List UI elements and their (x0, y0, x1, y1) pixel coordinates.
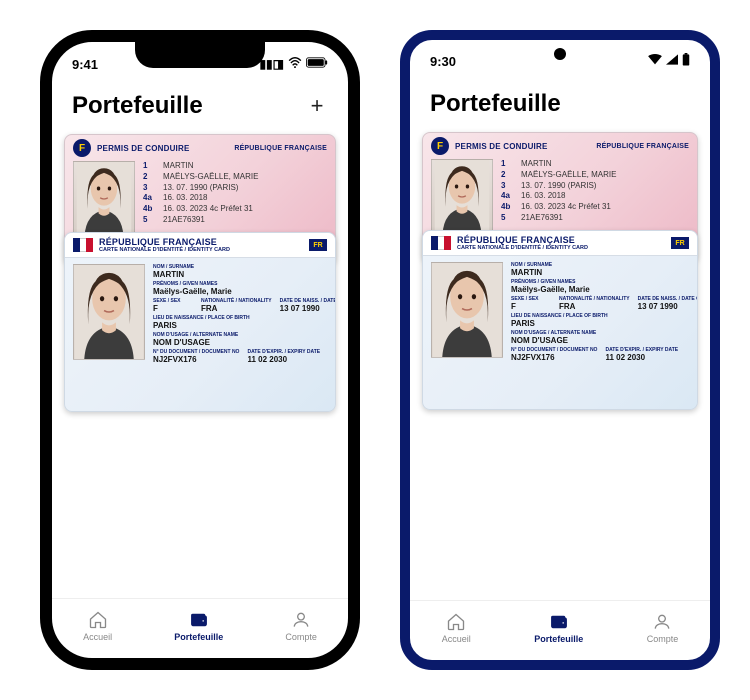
cni-fields: NOM / Surname MARTIN Prénoms / Given nam… (153, 264, 327, 366)
permis-title: PERMIS DE CONDUIRE (97, 144, 190, 153)
card-stack: F PERMIS DE CONDUIRE RÉPUBLIQUE FRANÇAIS… (422, 132, 698, 410)
signal-icon (666, 54, 678, 68)
tab-accueil[interactable]: Accueil (83, 610, 112, 642)
permis-header: F PERMIS DE CONDUIRE RÉPUBLIQUE FRANÇAIS… (65, 135, 335, 159)
wifi-icon (648, 54, 662, 68)
permis-country: RÉPUBLIQUE FRANÇAISE (596, 143, 689, 150)
cni-title: RÉPUBLIQUE FRANÇAISE (99, 237, 230, 247)
permis-fields: 1MARTIN 2MAËLYS-GAËLLE, MARIE 313. 07. 1… (143, 161, 327, 237)
user-icon (652, 612, 672, 632)
permis-body: 1MARTIN 2MAËLYS-GAËLLE, MARIE 313. 07. 1… (65, 159, 335, 239)
eu-badge-icon: FR (309, 239, 327, 251)
cni-fields: NOM / Surname MARTIN Prénoms / Given nam… (511, 262, 689, 364)
cni-title: RÉPUBLIQUE FRANÇAISE (457, 235, 588, 245)
card-cni[interactable]: RÉPUBLIQUE FRANÇAISE CARTE NATIONALE D'I… (422, 230, 698, 410)
android-camera-hole (554, 48, 566, 60)
card-cni[interactable]: RÉPUBLIQUE FRANÇAISE CARTE NATIONALE D'I… (64, 232, 336, 412)
battery-icon (306, 57, 328, 71)
cni-photo (73, 264, 145, 360)
status-time: 9:41 (72, 57, 98, 72)
tab-bar: Accueil Portefeuille Compte (52, 598, 348, 658)
permis-body: 1MARTIN 2MAËLYS-GAËLLE, MARIE 313. 07. 1… (423, 157, 697, 237)
cni-subtitle: CARTE NATIONALE D'IDENTITÉ / IDENTITY CA… (457, 245, 588, 251)
eu-badge-icon: FR (671, 237, 689, 249)
permis-fields: 1MARTIN 2MAËLYS-GAËLLE, MARIE 313. 07. 1… (501, 159, 689, 235)
user-icon (291, 610, 311, 630)
tab-portefeuille[interactable]: Portefeuille (534, 612, 583, 644)
permis-title: PERMIS DE CONDUIRE (455, 142, 548, 151)
cni-body: NOM / Surname MARTIN Prénoms / Given nam… (423, 256, 697, 370)
cni-header: RÉPUBLIQUE FRANÇAISE CARTE NATIONALE D'I… (423, 231, 697, 256)
eu-flag-icon: F (431, 137, 449, 155)
wallet-icon (549, 612, 569, 632)
signal-icon: ▮▮◨ (259, 57, 284, 71)
status-time: 9:30 (430, 54, 456, 69)
tab-portefeuille[interactable]: Portefeuille (174, 610, 223, 642)
add-button[interactable]: + (306, 95, 328, 117)
card-stack: F PERMIS DE CONDUIRE RÉPUBLIQUE FRANÇAIS… (64, 134, 336, 412)
cni-body: NOM / Surname MARTIN Prénoms / Given nam… (65, 258, 335, 372)
permis-photo (431, 159, 493, 235)
cni-subtitle: CARTE NATIONALE D'IDENTITÉ / IDENTITY CA… (99, 247, 230, 253)
permis-header: F PERMIS DE CONDUIRE RÉPUBLIQUE FRANÇAIS… (423, 133, 697, 157)
android-mockup: 9:30 Portefeuille F PERMIS DE CONDUIRE R (400, 30, 720, 670)
wallet-icon (189, 610, 209, 630)
eu-flag-icon: F (73, 139, 91, 157)
status-icons (648, 53, 690, 69)
tab-compte[interactable]: Compte (647, 612, 679, 644)
cni-header: RÉPUBLIQUE FRANÇAISE CARTE NATIONALE D'I… (65, 233, 335, 258)
cni-photo (431, 262, 503, 358)
home-icon (88, 610, 108, 630)
home-icon (446, 612, 466, 632)
iphone-notch (135, 42, 265, 68)
tab-accueil[interactable]: Accueil (442, 612, 471, 644)
page-title: Portefeuille (430, 90, 561, 118)
page-title: Portefeuille (72, 92, 203, 120)
wifi-icon (288, 57, 302, 72)
permis-country: RÉPUBLIQUE FRANÇAISE (234, 145, 327, 152)
tab-compte[interactable]: Compte (285, 610, 317, 642)
status-icons: ▮▮◨ (259, 57, 328, 72)
france-flag-icon (73, 238, 93, 252)
page-header: Portefeuille + (52, 78, 348, 128)
battery-icon (682, 53, 690, 69)
wallet-content: F PERMIS DE CONDUIRE RÉPUBLIQUE FRANÇAIS… (52, 128, 348, 598)
france-flag-icon (431, 236, 451, 250)
page-header: Portefeuille (410, 76, 710, 126)
tab-bar: Accueil Portefeuille Compte (410, 600, 710, 660)
wallet-content: F PERMIS DE CONDUIRE RÉPUBLIQUE FRANÇAIS… (410, 126, 710, 600)
iphone-mockup: 9:41 ▮▮◨ Portefeuille + F PERMIS DE COND… (40, 30, 360, 670)
permis-photo (73, 161, 135, 237)
